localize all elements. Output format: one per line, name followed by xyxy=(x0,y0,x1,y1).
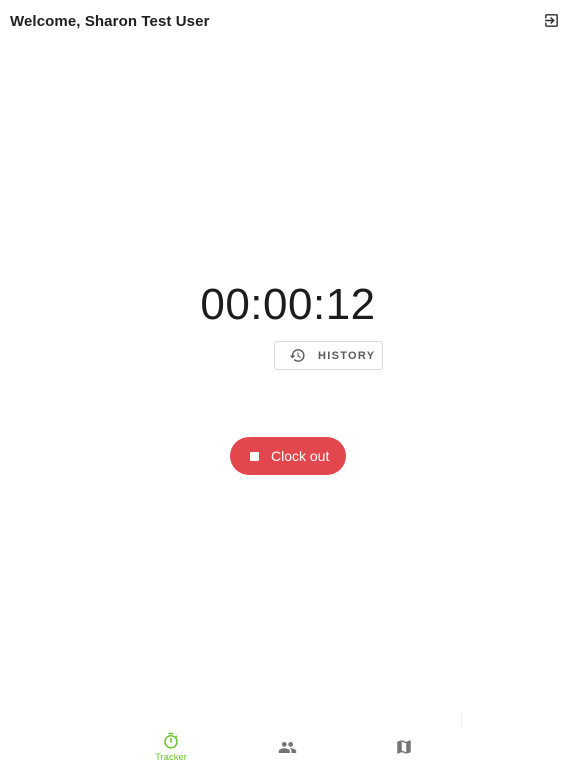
nav-item-tracker[interactable]: Tracker xyxy=(131,720,211,768)
stopwatch-icon xyxy=(161,731,181,751)
nav-item-team[interactable] xyxy=(247,720,327,768)
history-button[interactable]: HISTORY xyxy=(274,341,383,370)
app-screen: Welcome, Sharon Test User 00:00:12 HISTO… xyxy=(0,0,576,768)
map-icon xyxy=(394,737,414,757)
app-header: Welcome, Sharon Test User xyxy=(0,0,576,46)
clock-out-button[interactable]: Clock out xyxy=(230,437,346,475)
logout-icon xyxy=(543,12,560,32)
welcome-title: Welcome, Sharon Test User xyxy=(10,13,210,30)
clock-out-label: Clock out xyxy=(271,448,330,464)
history-icon xyxy=(288,347,306,365)
nav-item-map[interactable] xyxy=(364,720,444,768)
elapsed-timer: 00:00:12 xyxy=(200,280,376,329)
logout-button[interactable] xyxy=(540,11,562,33)
bottom-navigation: Tracker xyxy=(0,720,576,768)
people-icon xyxy=(277,737,297,757)
history-label: HISTORY xyxy=(318,349,376,362)
stop-icon xyxy=(250,451,259,461)
nav-label-tracker: Tracker xyxy=(155,752,187,763)
